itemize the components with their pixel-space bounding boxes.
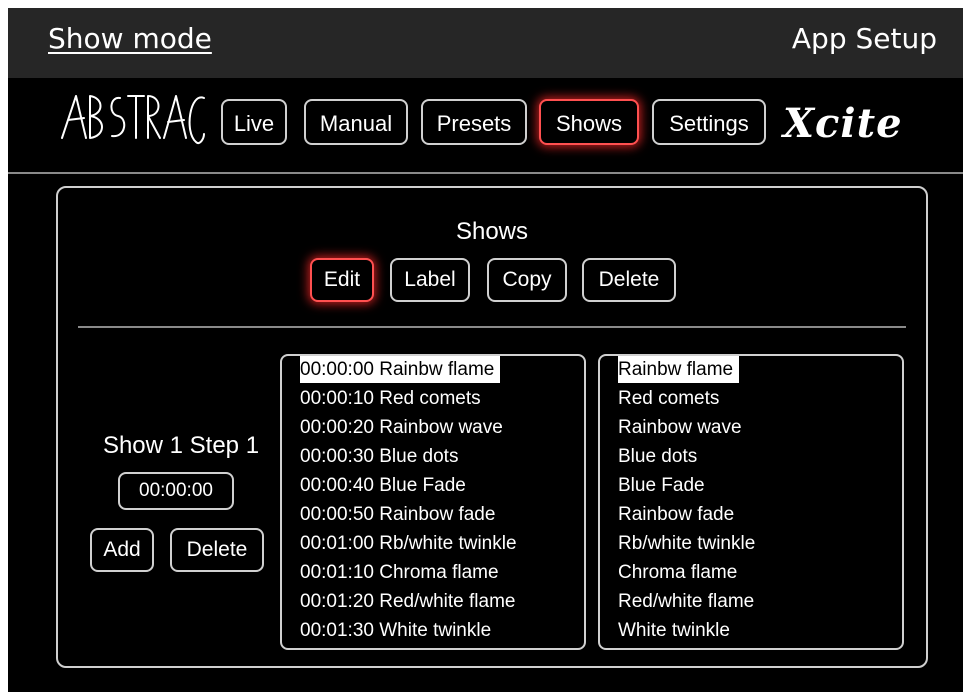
timeline-item[interactable]: 00:00:00 Rainbw flame [300, 356, 501, 383]
step-title: Show 1 Step 1 [102, 432, 260, 459]
nav-live-button[interactable]: Live [221, 99, 287, 145]
preset-item[interactable]: Chroma flame [618, 559, 737, 586]
delete-step-button[interactable]: Delete [170, 528, 264, 572]
preset-item[interactable]: Rainbow fade [618, 501, 734, 528]
app-frame: Show mode App Setup Live Manual Presets … [8, 8, 963, 692]
edit-button[interactable]: Edit [310, 258, 374, 302]
preset-item[interactable]: Red comets [618, 385, 719, 412]
app-setup-link[interactable]: App Setup [792, 22, 937, 55]
timeline-item[interactable]: 00:00:40 Blue Fade [300, 472, 466, 499]
copy-button[interactable]: Copy [487, 258, 567, 302]
nav-settings-button[interactable]: Settings [652, 99, 766, 145]
nav-presets-button[interactable]: Presets [421, 99, 527, 145]
step-time-field[interactable]: 00:00:00 [118, 472, 234, 510]
timeline-item[interactable]: 00:00:30 Blue dots [300, 443, 458, 470]
preset-item[interactable]: Red/white flame [618, 588, 754, 615]
timeline-list[interactable]: 00:00:00 Rainbw flame 00:00:10 Red comet… [280, 354, 586, 650]
timeline-item[interactable]: 00:00:20 Rainbow wave [300, 414, 503, 441]
timeline-item[interactable]: 00:01:00 Rb/white twinkle [300, 530, 517, 557]
preset-item[interactable]: Blue dots [618, 443, 697, 470]
shows-panel: Shows Edit Label Copy Delete Show 1 Step… [56, 186, 928, 668]
show-mode-link[interactable]: Show mode [48, 22, 212, 55]
timeline-item[interactable]: 00:01:20 Red/white flame [300, 588, 515, 615]
main-nav: Live Manual Presets Shows Settings Xcite [8, 78, 963, 174]
delete-show-button[interactable]: Delete [582, 258, 676, 302]
timeline-item[interactable]: 00:00:10 Red comets [300, 385, 481, 412]
timeline-item[interactable]: 00:01:30 White twinkle [300, 617, 491, 644]
preset-item[interactable]: Rainbw flame [618, 356, 740, 383]
abstract-logo [61, 95, 205, 144]
xcite-logo: Xcite [783, 100, 903, 147]
top-bar: Show mode App Setup [8, 8, 963, 78]
label-button[interactable]: Label [390, 258, 470, 302]
nav-manual-button[interactable]: Manual [304, 99, 408, 145]
preset-list[interactable]: Rainbw flame Red comets Rainbow wave Blu… [598, 354, 904, 650]
preset-item[interactable]: White twinkle [618, 617, 730, 644]
preset-item[interactable]: Blue Fade [618, 472, 705, 499]
add-step-button[interactable]: Add [90, 528, 154, 572]
preset-item[interactable]: Rainbow wave [618, 414, 742, 441]
panel-title: Shows [455, 218, 529, 245]
timeline-item[interactable]: 00:01:10 Chroma flame [300, 559, 499, 586]
preset-item[interactable]: Rb/white twinkle [618, 530, 755, 557]
nav-shows-button[interactable]: Shows [539, 99, 639, 145]
timeline-item[interactable]: 00:00:50 Rainbow fade [300, 501, 495, 528]
panel-divider [78, 326, 906, 328]
